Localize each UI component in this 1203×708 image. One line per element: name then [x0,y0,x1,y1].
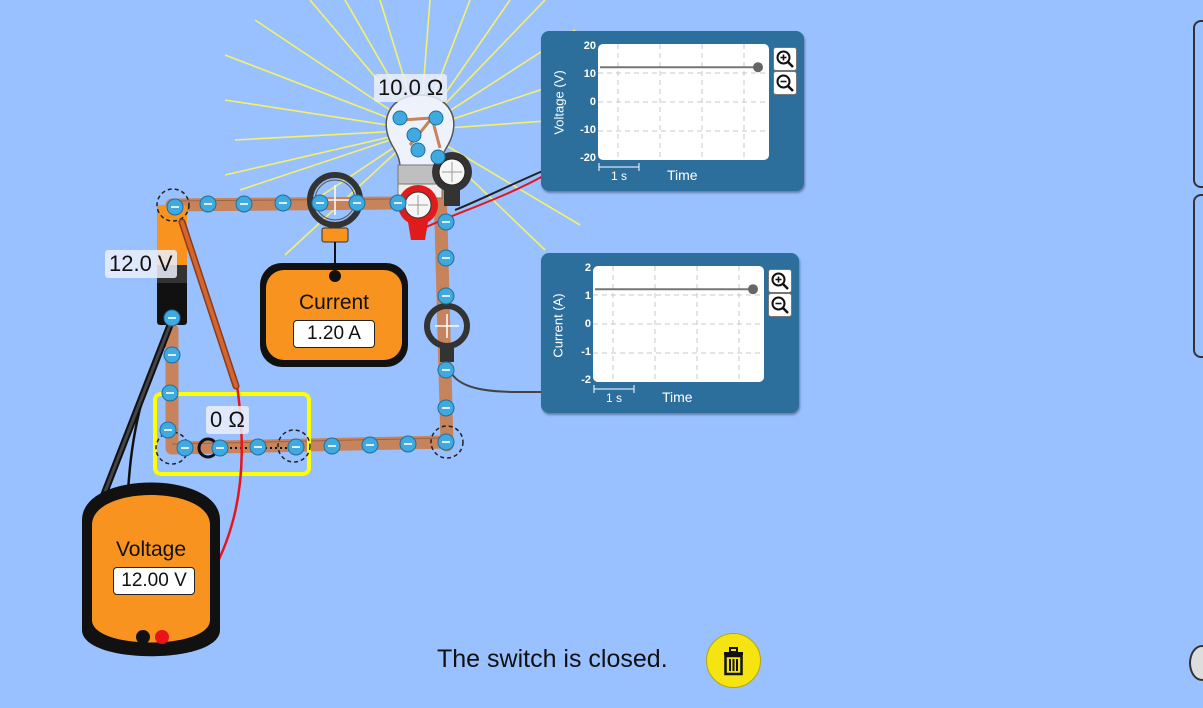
current-chart-tick: 1 [584,290,591,302]
voltage-chart-tick: 0 [589,96,596,108]
trash-icon [724,647,743,676]
voltmeter-title: Voltage [115,538,187,561]
voltage-series-point[interactable] [753,62,763,73]
current-zoom-out-button[interactable] [768,293,792,317]
current-chart-xlabel: Time [662,389,693,405]
voltage-chart-ylabel: Voltage (V) [551,70,567,135]
current-time-scale-label: 1 s [606,391,623,405]
voltage-plot-area [598,44,769,160]
current-chart-tick: 2 [584,262,591,274]
side-panel-edge[interactable] [1193,20,1203,188]
voltage-gridlines [598,44,769,160]
ammeter-body[interactable] [260,263,408,367]
ammeter-readout: 1.20 A [293,320,375,348]
battery-voltage-label[interactable]: 12.0 V [105,250,177,278]
current-chart-tick: -2 [581,374,591,386]
switch-resistance-label[interactable]: 0 Ω [206,406,249,434]
voltage-chart-xlabel: Time [667,167,698,183]
current-chart-tick: -1 [581,346,591,358]
bulb-resistance-label[interactable]: 10.0 Ω [374,74,448,102]
current-gridlines [593,266,764,382]
current-chart-ylabel: Current (A) [550,293,566,358]
current-chart-tick: 0 [584,318,591,330]
voltage-chart-panel[interactable]: Voltage (V) 20 10 0 -10 -20 1 s Time [541,31,804,191]
red-probe[interactable] [178,218,240,390]
voltage-chart-tick: -10 [580,124,596,136]
current-chart-panel[interactable]: Current (A) 2 1 0 -1 -2 1 s Time [541,253,799,413]
delete-button[interactable] [706,633,761,688]
voltmeter-readout: 12.00 V [113,567,195,595]
voltage-plot [598,44,769,160]
status-message: The switch is closed. [437,645,668,673]
zoom-in-icon [771,272,789,290]
ammeter-title: Current [298,291,370,314]
voltage-zoom-in-button[interactable] [773,47,797,71]
voltage-chart-tick: -20 [580,152,596,164]
current-series-point[interactable] [748,284,758,295]
current-plot [593,266,764,382]
current-zoom-in-button[interactable] [768,269,792,293]
voltage-chart-tick: 20 [583,40,596,52]
current-chart-probe[interactable] [424,303,470,362]
voltage-chart-tick: 10 [583,68,596,80]
zoom-out-icon [776,74,794,92]
zoom-in-icon [776,50,794,68]
voltage-zoom-out-button[interactable] [773,71,797,95]
current-plot-area [593,266,764,382]
voltage-chart-red-probe[interactable] [398,185,438,240]
voltage-time-scale-label: 1 s [611,169,628,183]
zoom-out-icon [771,296,789,314]
side-panel-edge[interactable] [1193,194,1203,358]
